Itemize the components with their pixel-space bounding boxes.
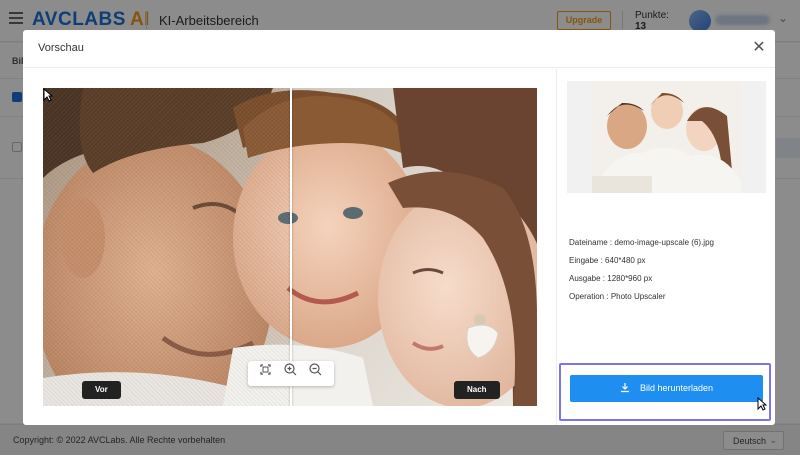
download-highlight: Bild herunterladen	[559, 363, 771, 421]
preview-dialog: Vorschau ✕ Vor Nach Dateiname: demo-ima…	[23, 30, 775, 425]
zoom-toolbar	[248, 361, 334, 386]
filename-info: Dateiname : demo-image-upscale (6).jpg	[569, 238, 714, 247]
mouse-cursor-icon	[757, 397, 767, 411]
mouse-cursor-icon	[43, 88, 53, 102]
close-icon[interactable]: ✕	[750, 39, 768, 57]
thumbnail-frame	[567, 81, 766, 193]
dialog-title: Vorschau	[38, 42, 84, 54]
download-button[interactable]: Bild herunterladen	[570, 375, 763, 402]
before-after-comparison[interactable]: Vor Nach	[43, 88, 537, 406]
download-icon	[620, 383, 629, 393]
thumbnail-photo	[592, 81, 741, 193]
dialog-header: Vorschau ✕	[23, 30, 775, 68]
compare-slider-handle[interactable]	[290, 88, 292, 406]
after-label: Nach	[454, 381, 500, 399]
zoom-in-icon[interactable]	[282, 361, 299, 378]
operation-info: Operation : Photo Upscaler	[569, 292, 666, 301]
noise-overlay	[43, 88, 291, 406]
before-label: Vor	[82, 381, 121, 399]
fit-screen-icon[interactable]	[257, 361, 274, 378]
output-size-info: Ausgabe : 1280*960 px	[569, 274, 653, 283]
input-size-info: Eingabe : 640*480 px	[569, 256, 646, 265]
download-label: Bild herunterladen	[639, 383, 714, 393]
result-thumbnail	[592, 81, 741, 193]
preview-area: Vor Nach	[23, 69, 557, 425]
info-panel: Dateiname : demo-image-upscale (6).jpg E…	[557, 69, 775, 425]
zoom-out-icon[interactable]	[307, 361, 324, 378]
